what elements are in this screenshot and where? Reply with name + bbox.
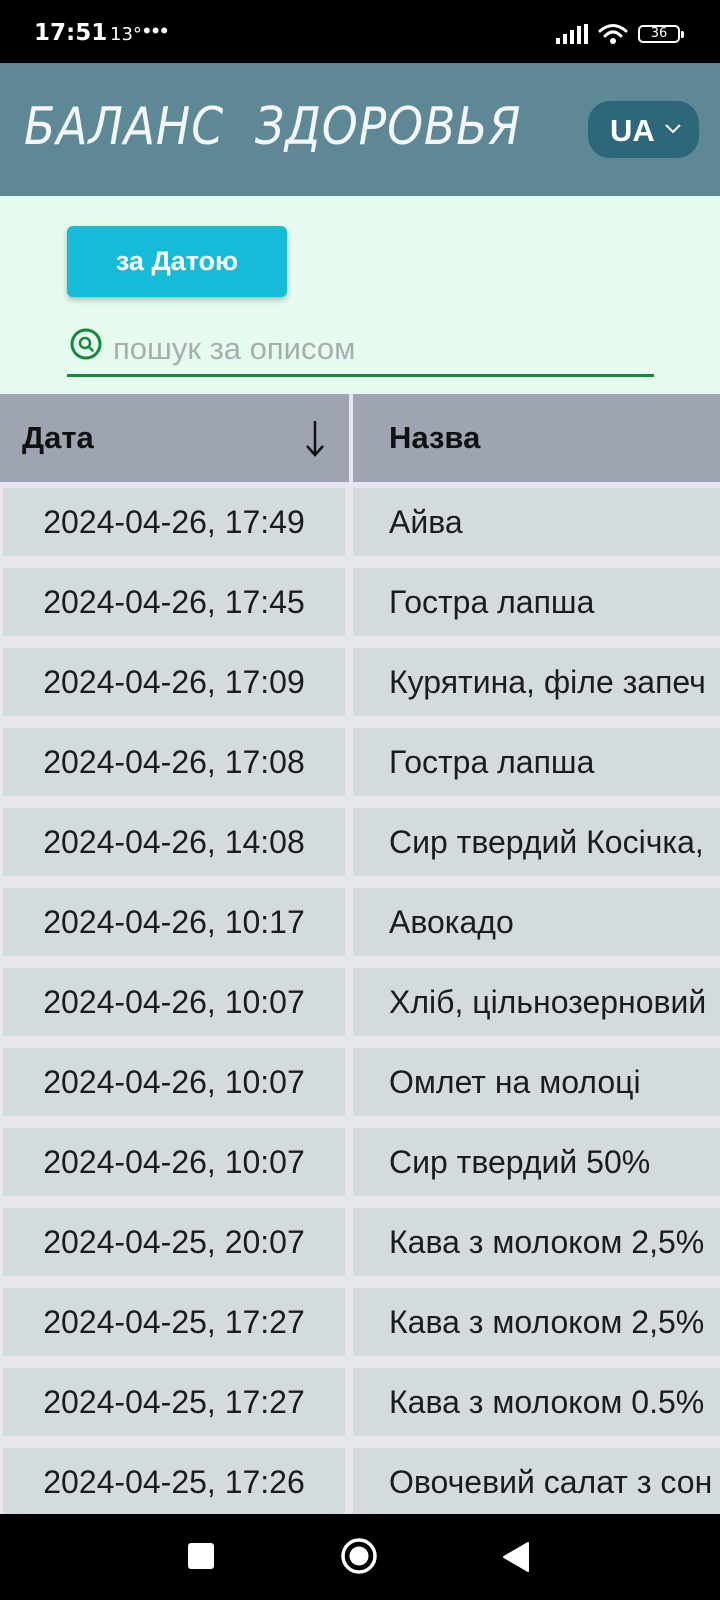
- cell-date: 2024-04-26, 10:17: [3, 888, 345, 956]
- table-row[interactable]: 2024-04-26, 10:07 Омлет на молоці: [0, 1042, 720, 1122]
- column-header-date[interactable]: Дата: [0, 394, 349, 482]
- cell-name: Айва: [353, 488, 720, 556]
- cell-date: 2024-04-26, 14:08: [3, 808, 345, 876]
- cell-name: Кава з молоком 2,5%: [353, 1208, 720, 1276]
- table-row[interactable]: 2024-04-26, 10:17 Авокадо: [0, 882, 720, 962]
- cell-date: 2024-04-25, 20:07: [3, 1208, 345, 1276]
- battery-icon: 36: [638, 25, 684, 43]
- cell-name: Кава з молоком 0.5%: [353, 1368, 720, 1436]
- cell-name: Сир твердий Косічка,: [353, 808, 720, 876]
- table-row[interactable]: 2024-04-26, 10:07 Сир твердий 50%: [0, 1122, 720, 1202]
- cell-date: 2024-04-25, 17:27: [3, 1288, 345, 1356]
- cell-name: Хліб, цільнозерновий: [353, 968, 720, 1036]
- table-row[interactable]: 2024-04-26, 17:49 Айва: [0, 482, 720, 562]
- cell-date: 2024-04-25, 17:27: [3, 1368, 345, 1436]
- table-row[interactable]: 2024-04-25, 17:26 Овочевий салат з сон: [0, 1442, 720, 1514]
- entries-table: Дата Назва 2024-04-26, 17:49 Айва 2024-04-…: [0, 394, 720, 1514]
- cell-name: Курятина, філе запеч: [353, 648, 720, 716]
- status-bar: 17:51 13° ••• 36: [0, 0, 720, 63]
- status-temperature: 13°: [110, 24, 142, 45]
- table-row[interactable]: 2024-04-26, 17:09 Курятина, філе запеч: [0, 642, 720, 722]
- cell-name: Овочевий салат з сон: [353, 1448, 720, 1514]
- language-select[interactable]: UA: [588, 101, 699, 158]
- status-more-icon: •••: [143, 18, 170, 43]
- cell-name: Авокадо: [353, 888, 720, 956]
- cell-name: Сир твердий 50%: [353, 1128, 720, 1196]
- cell-date: 2024-04-26, 10:07: [3, 968, 345, 1036]
- signal-icon: [556, 24, 588, 44]
- system-nav-bar: [0, 1514, 720, 1600]
- table-row[interactable]: 2024-04-26, 14:08 Сир твердий Косічка,: [0, 802, 720, 882]
- column-header-date-label: Дата: [22, 420, 94, 455]
- filter-panel: за Датою: [0, 196, 720, 394]
- table-row[interactable]: 2024-04-26, 17:45 Гостра лапша: [0, 562, 720, 642]
- app-title: БАЛАНС ЗДОРОВЬЯ: [24, 97, 522, 157]
- cell-date: 2024-04-25, 17:26: [3, 1448, 345, 1514]
- cell-name: Кава з молоком 2,5%: [353, 1288, 720, 1356]
- status-time: 17:51: [34, 20, 108, 46]
- table-row[interactable]: 2024-04-25, 17:27 Кава з молоком 2,5%: [0, 1282, 720, 1362]
- wifi-icon: [598, 24, 628, 44]
- cell-name: Гостра лапша: [353, 728, 720, 796]
- cell-name: Омлет на молоці: [353, 1048, 720, 1116]
- arrow-down-icon: [306, 421, 324, 457]
- table-row[interactable]: 2024-04-26, 10:07 Хліб, цільнозерновий: [0, 962, 720, 1042]
- cell-date: 2024-04-26, 17:08: [3, 728, 345, 796]
- back-button[interactable]: [502, 1541, 530, 1573]
- table-row[interactable]: 2024-04-25, 17:27 Кава з молоком 0.5%: [0, 1362, 720, 1442]
- search-field[interactable]: [67, 327, 654, 377]
- language-value: UA: [610, 113, 655, 148]
- table-body: 2024-04-26, 17:49 Айва 2024-04-26, 17:45 Го…: [0, 482, 720, 1514]
- search-icon: [70, 328, 102, 360]
- cell-date: 2024-04-26, 17:09: [3, 648, 345, 716]
- cell-name: Гостра лапша: [353, 568, 720, 636]
- column-header-name[interactable]: Назва: [353, 394, 720, 482]
- sort-by-date-button[interactable]: за Датою: [67, 226, 287, 297]
- search-input[interactable]: [113, 329, 643, 369]
- recent-apps-button[interactable]: [188, 1543, 214, 1569]
- app-header: БАЛАНС ЗДОРОВЬЯ UA: [0, 63, 720, 196]
- cell-date: 2024-04-26, 10:07: [3, 1048, 345, 1116]
- home-button[interactable]: [340, 1537, 378, 1575]
- table-row[interactable]: 2024-04-26, 17:08 Гостра лапша: [0, 722, 720, 802]
- status-icons: 36: [556, 22, 684, 46]
- chevron-down-icon: [665, 124, 681, 134]
- cell-date: 2024-04-26, 17:45: [3, 568, 345, 636]
- cell-date: 2024-04-26, 17:49: [3, 488, 345, 556]
- cell-date: 2024-04-26, 10:07: [3, 1128, 345, 1196]
- table-row[interactable]: 2024-04-25, 20:07 Кава з молоком 2,5%: [0, 1202, 720, 1282]
- column-header-name-label: Назва: [389, 420, 481, 455]
